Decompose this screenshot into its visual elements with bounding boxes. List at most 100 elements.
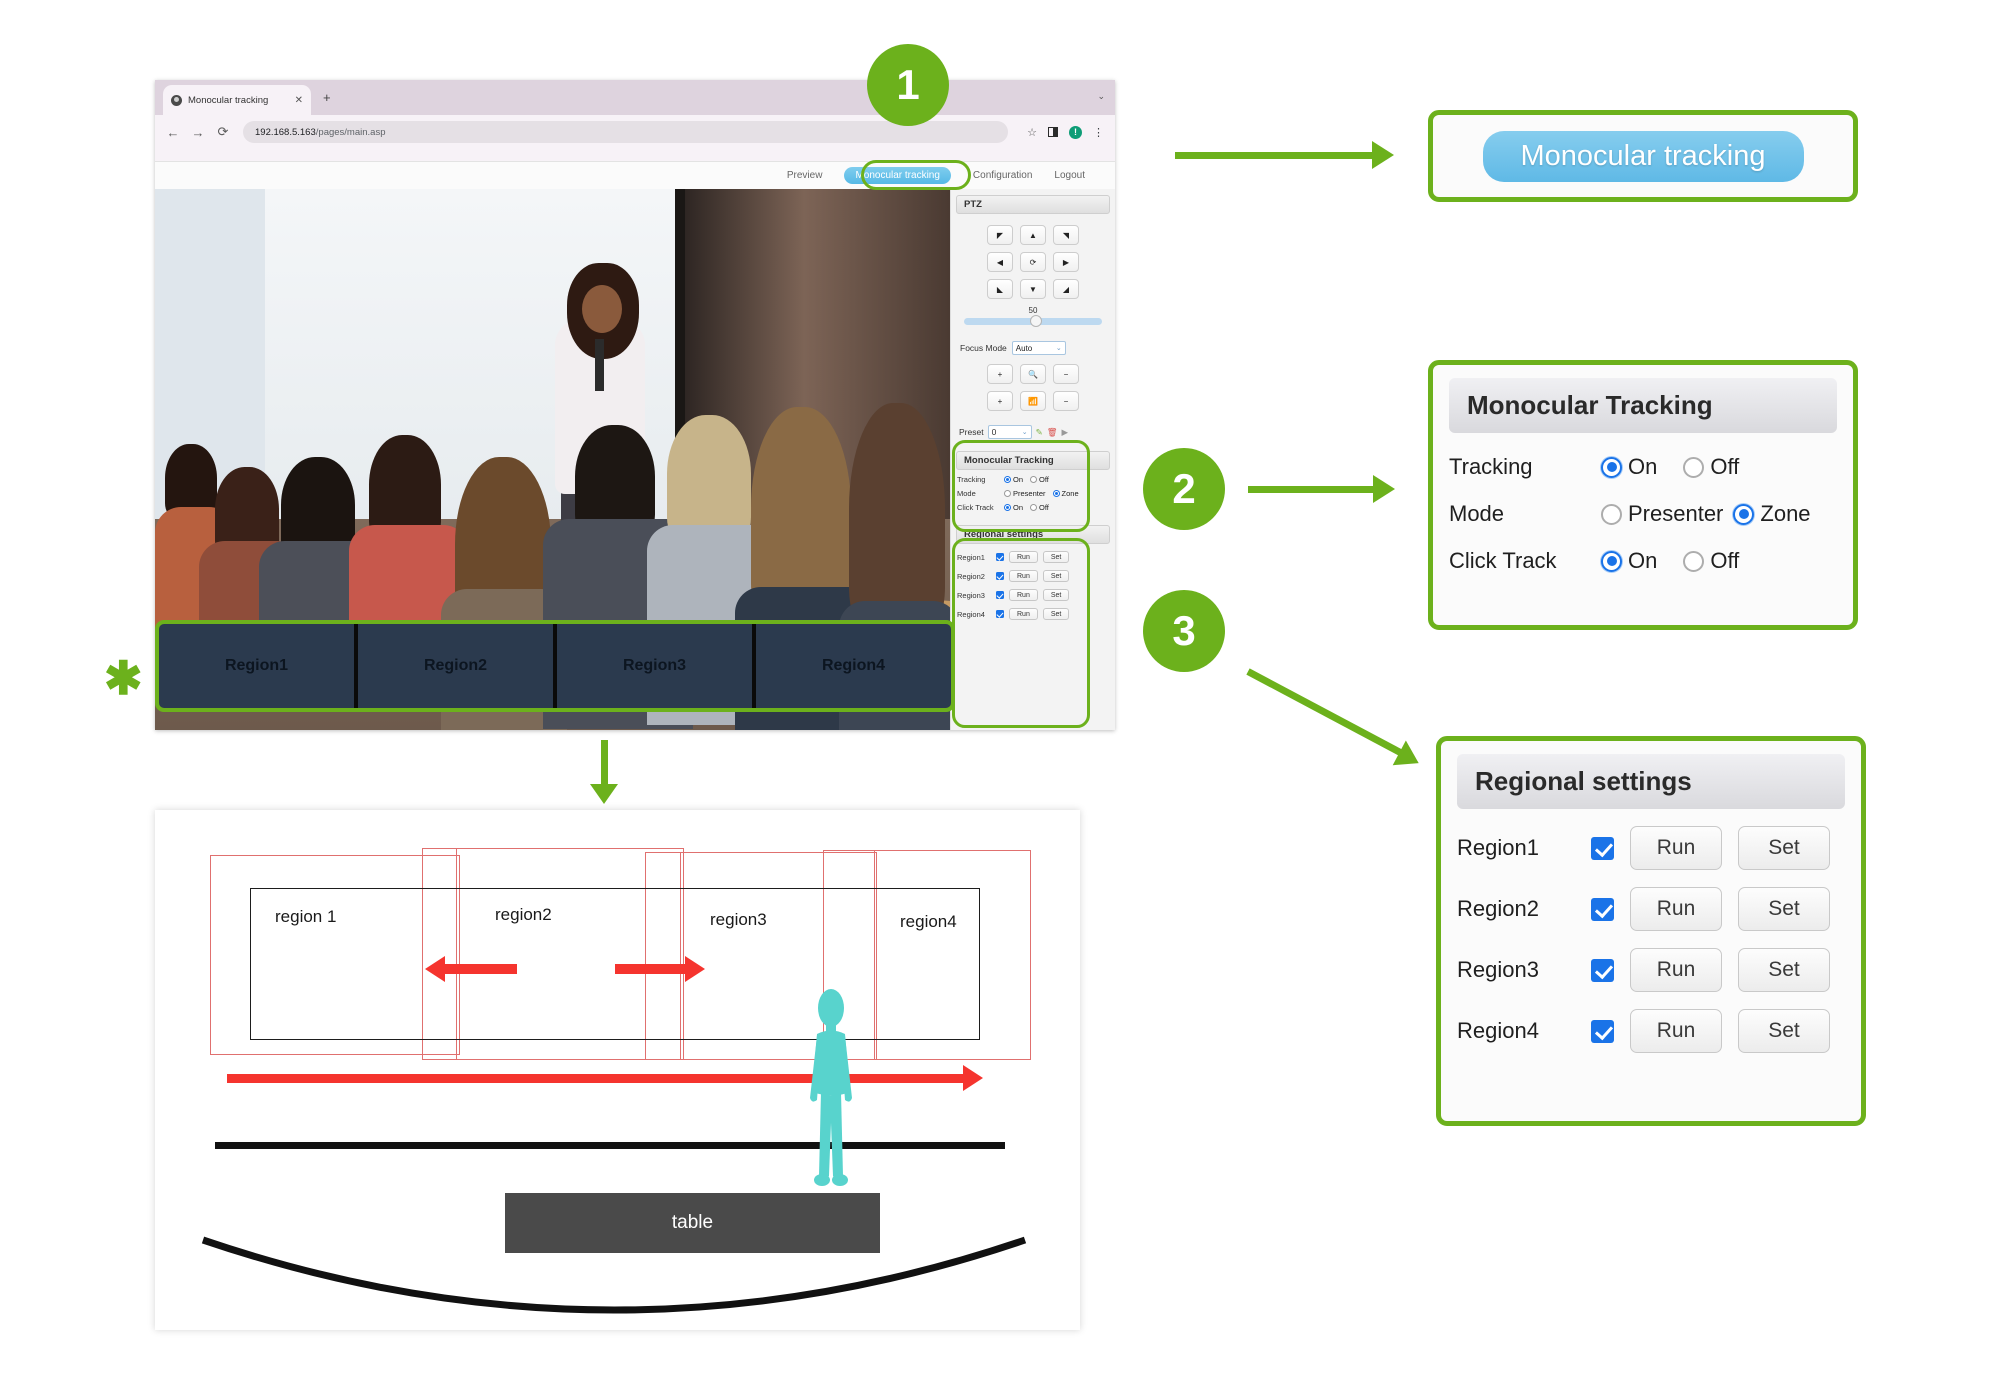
- radio-mode-presenter[interactable]: Presenter: [1601, 501, 1723, 527]
- zoom-in-button[interactable]: +: [987, 364, 1013, 384]
- region1-set-button[interactable]: Set: [1042, 551, 1070, 563]
- close-icon[interactable]: ✕: [295, 95, 303, 106]
- region4-run-button[interactable]: Run: [1009, 608, 1038, 620]
- ptz-up-left-button[interactable]: ◤: [987, 225, 1013, 245]
- ptz-up-button[interactable]: ▲: [1020, 225, 1046, 245]
- region4-set-button[interactable]: Set: [1738, 1009, 1830, 1053]
- ptz-home-button[interactable]: ⟳: [1020, 252, 1046, 272]
- radio-tracking-off[interactable]: Off: [1030, 475, 1049, 484]
- preset-select[interactable]: 0 ⌄: [987, 425, 1032, 439]
- region2-set-button[interactable]: Set: [1738, 887, 1830, 931]
- regional-row: Region4 Run Set: [957, 608, 1115, 620]
- row-label: Mode: [957, 489, 976, 498]
- ptz-down-left-button[interactable]: ◣: [987, 279, 1013, 299]
- region4-checkbox[interactable]: [996, 610, 1004, 618]
- region1-set-button[interactable]: Set: [1738, 826, 1830, 870]
- region4-set-button[interactable]: Set: [1042, 608, 1070, 620]
- trash-icon[interactable]: 🗑: [1047, 427, 1058, 438]
- browser-tab[interactable]: Monocular tracking ✕: [163, 85, 311, 115]
- browser-omnibar: ← → ⟳ 192.168.5.163/pages/main.asp ☆ ! ⋮: [155, 115, 1115, 149]
- back-icon[interactable]: ←: [166, 125, 180, 140]
- nav-item-logout[interactable]: Logout: [1054, 170, 1085, 181]
- reload-icon[interactable]: ⟳: [216, 124, 230, 140]
- forward-icon[interactable]: →: [191, 125, 205, 140]
- region1-run-button[interactable]: Run: [1630, 826, 1722, 870]
- url-host: 192.168.5.163: [255, 126, 316, 138]
- ptz-down-button[interactable]: ▼: [1020, 279, 1046, 299]
- magnifier-icon[interactable]: 🔍: [1020, 364, 1046, 384]
- page-nav: Preview Monocular tracking Configuration…: [155, 161, 1115, 189]
- new-tab-button[interactable]: +: [323, 90, 331, 105]
- region1-checkbox[interactable]: [996, 553, 1004, 561]
- profile-avatar[interactable]: !: [1069, 125, 1082, 139]
- region4-checkbox[interactable]: [1591, 1019, 1614, 1043]
- browser-menu-icon[interactable]: ⋮: [1093, 126, 1104, 139]
- ptz-panel-title: PTZ: [956, 195, 1110, 214]
- radio-clicktrack-on[interactable]: On: [1601, 548, 1657, 574]
- focus-mode-select[interactable]: Auto ⌄: [1011, 341, 1066, 355]
- region-cell-2[interactable]: Region2: [358, 624, 557, 708]
- arrow-1-head: [1372, 141, 1394, 169]
- radio-tracking-on[interactable]: On: [1601, 454, 1657, 480]
- region-label: Region2: [957, 571, 985, 581]
- focus-far-button[interactable]: −: [1053, 391, 1079, 411]
- ptz-left-button[interactable]: ◀: [987, 252, 1013, 272]
- bookmark-star-icon[interactable]: ☆: [1027, 126, 1037, 139]
- region4-run-button[interactable]: Run: [1630, 1009, 1722, 1053]
- region-strip: Region1 Region2 Region3 Region4: [155, 620, 955, 712]
- ptz-speed-slider[interactable]: [964, 315, 1102, 327]
- callout3-title: Regional settings: [1457, 754, 1845, 809]
- focus-near-button[interactable]: +: [987, 391, 1013, 411]
- radio-clicktrack-on[interactable]: On: [1004, 503, 1023, 512]
- play-icon[interactable]: ▶: [1062, 427, 1069, 438]
- option-label: Off: [1710, 454, 1740, 479]
- radio-tracking-on[interactable]: On: [1004, 475, 1023, 484]
- window-menu-icon[interactable]: ⌄: [1097, 91, 1105, 102]
- zone-diagram: region 1 region2 region3 region4 table: [155, 810, 1080, 1330]
- nav-item-preview[interactable]: Preview: [787, 170, 823, 181]
- region3-set-button[interactable]: Set: [1738, 948, 1830, 992]
- control-sidebar: PTZ ◤ ▲ ◥ ◀ ⟳ ▶ ◣ ▼ ◢ 50 Focus Mode Auto: [950, 189, 1115, 730]
- ptz-down-right-button[interactable]: ◢: [1053, 279, 1079, 299]
- region2-set-button[interactable]: Set: [1042, 570, 1070, 582]
- region3-run-button[interactable]: Run: [1009, 589, 1038, 601]
- radio-clicktrack-off[interactable]: Off: [1683, 548, 1739, 574]
- ptz-up-right-button[interactable]: ◥: [1053, 225, 1079, 245]
- region-label: Region3: [1457, 957, 1539, 982]
- radio-clicktrack-off[interactable]: Off: [1030, 503, 1049, 512]
- region2-checkbox[interactable]: [996, 572, 1004, 580]
- address-bar[interactable]: 192.168.5.163/pages/main.asp: [243, 121, 1009, 143]
- ptz-right-button[interactable]: ▶: [1053, 252, 1079, 272]
- side-panel-icon[interactable]: [1048, 127, 1058, 137]
- zoom-focus-buttons: + 🔍 − + 📶 −: [951, 364, 1115, 411]
- motion-arrow-head: [963, 1065, 983, 1091]
- slider-handle[interactable]: [1030, 315, 1043, 327]
- radio-mode-presenter[interactable]: Presenter: [1004, 489, 1046, 498]
- region3-set-button[interactable]: Set: [1042, 589, 1070, 601]
- region1-checkbox[interactable]: [1591, 836, 1614, 860]
- radio-mode-zone[interactable]: Zone: [1052, 489, 1079, 498]
- radio-mode-zone[interactable]: Zone: [1733, 501, 1811, 527]
- focus-icon[interactable]: 📶: [1020, 391, 1046, 411]
- region3-checkbox[interactable]: [1591, 958, 1614, 982]
- edit-icon[interactable]: ✎: [1036, 427, 1043, 438]
- region2-run-button[interactable]: Run: [1009, 570, 1038, 582]
- nav-item-monocular-tracking[interactable]: Monocular tracking: [844, 167, 951, 184]
- region-cell-4[interactable]: Region4: [756, 624, 951, 708]
- monocular-tracking-pill[interactable]: Monocular tracking: [1482, 130, 1804, 182]
- zoom-out-button[interactable]: −: [1053, 364, 1079, 384]
- region1-run-button[interactable]: Run: [1009, 551, 1038, 563]
- region3-run-button[interactable]: Run: [1630, 948, 1722, 992]
- badge-3: 3: [1143, 590, 1225, 672]
- radio-tracking-off[interactable]: Off: [1683, 454, 1739, 480]
- region2-checkbox[interactable]: [1591, 897, 1614, 921]
- tab-title: Monocular tracking: [188, 94, 269, 106]
- arrow-2-line: [1248, 486, 1376, 493]
- nav-item-configuration[interactable]: Configuration: [973, 170, 1032, 181]
- region3-checkbox[interactable]: [996, 591, 1004, 599]
- region-cell-1[interactable]: Region1: [159, 624, 358, 708]
- callout3-row-region1: Region1 Run Set: [1457, 826, 1845, 870]
- region2-run-button[interactable]: Run: [1630, 887, 1722, 931]
- row-label: Mode: [1449, 501, 1505, 526]
- region-cell-3[interactable]: Region3: [557, 624, 756, 708]
